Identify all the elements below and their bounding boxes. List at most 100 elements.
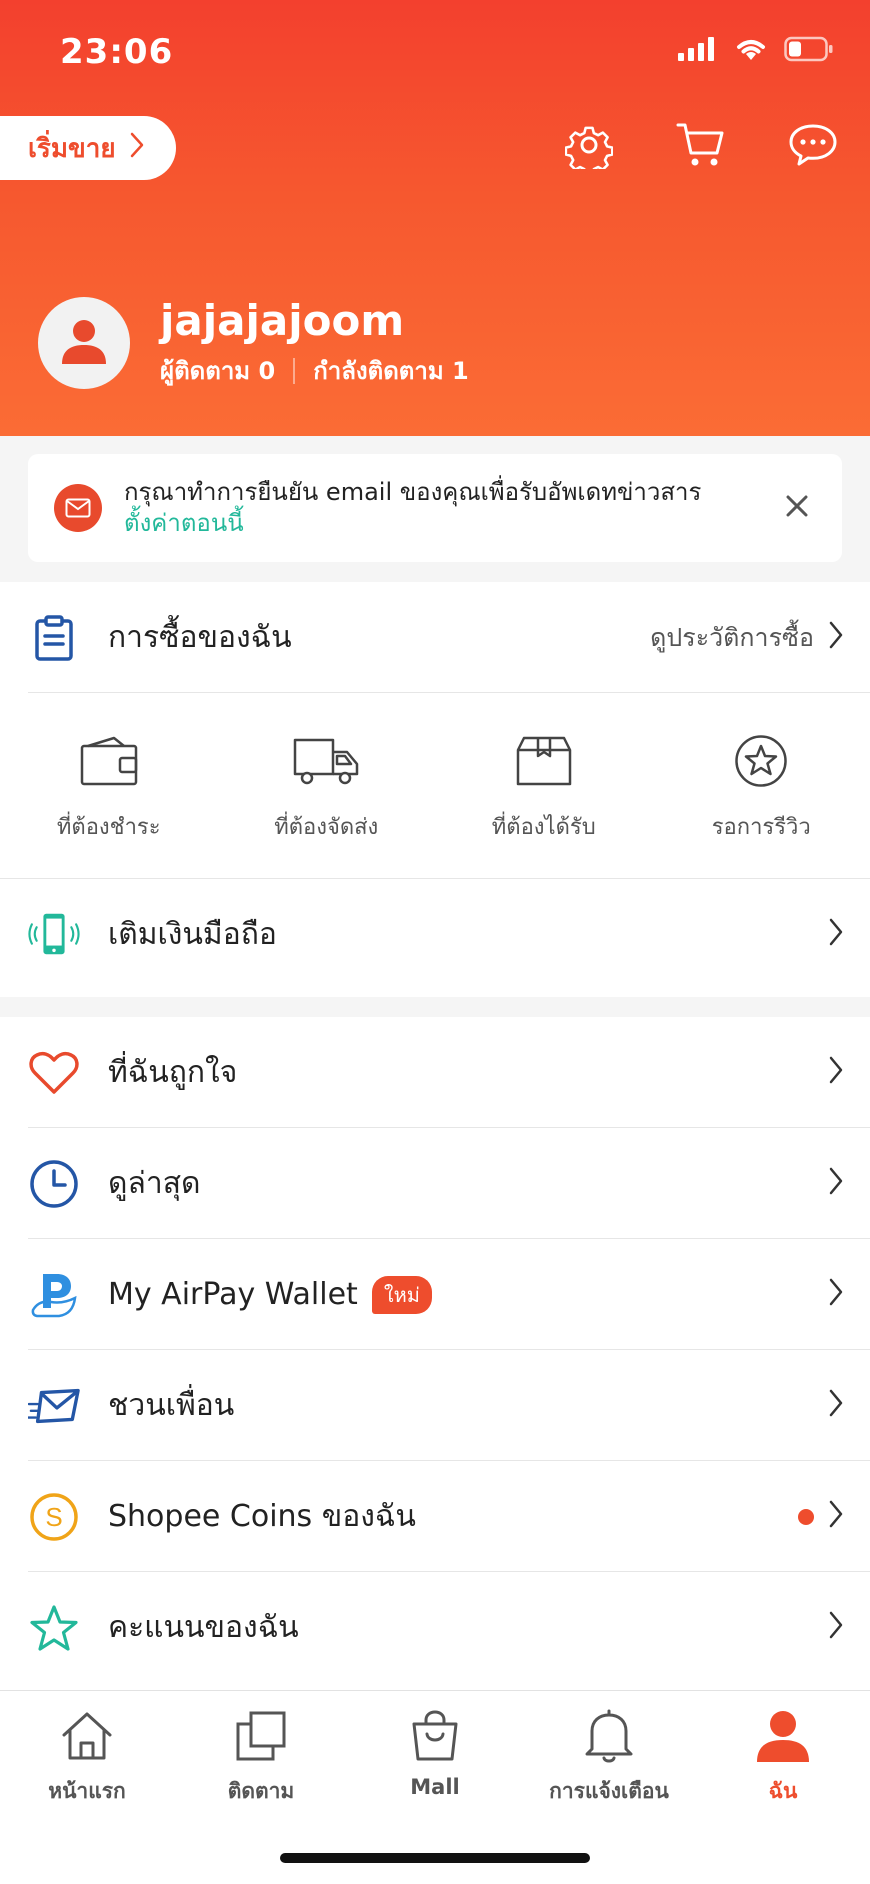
tab-notifications[interactable]: การแจ้งเตือน xyxy=(522,1705,696,1811)
wifi-icon xyxy=(734,36,768,66)
menu-item-label: ที่ฉันถูกใจ xyxy=(108,1055,238,1090)
tab-mall[interactable]: Mall xyxy=(348,1705,522,1811)
tab-feed[interactable]: ติดตาม xyxy=(174,1705,348,1811)
star-circle-icon xyxy=(728,731,794,791)
to-receive-label: ที่ต้องได้รับ xyxy=(491,815,596,840)
home-icon xyxy=(56,1705,118,1767)
row-arrow xyxy=(828,1350,844,1461)
banner-text: กรุณาทำการยืนยัน email ของคุณเพื่อรับอัพ… xyxy=(124,477,782,539)
home-indicator xyxy=(280,1853,590,1863)
purchase-history-label: ดูประวัติการซื้อ xyxy=(650,622,814,652)
tab-label: Mall xyxy=(410,1775,460,1799)
order-to-review[interactable]: รอการรีวิว xyxy=(653,731,870,878)
setup-now-link[interactable]: ตั้งค่าตอนนี้ xyxy=(124,508,782,539)
profile-summary: jajajajoom ผู้ติดตาม 0 กำลังติดตาม 1 xyxy=(38,296,469,390)
start-selling-label: เริ่มขาย xyxy=(28,133,116,164)
chevron-right-icon xyxy=(828,1055,844,1091)
notification-dot xyxy=(798,1508,814,1525)
following-count: 1 xyxy=(452,357,469,385)
bell-icon xyxy=(578,1705,640,1767)
battery-icon xyxy=(784,36,834,66)
to-pay-label: ที่ต้องชำระ xyxy=(56,815,161,840)
menu-item-likes[interactable]: ที่ฉันถูกใจ xyxy=(0,1017,870,1128)
cart-button[interactable] xyxy=(672,118,730,176)
order-to-receive[interactable]: ที่ต้องได้รับ xyxy=(435,731,653,878)
new-badge: ใหม่ xyxy=(371,1275,432,1314)
star-icon xyxy=(28,1602,80,1654)
chevron-right-icon xyxy=(828,1388,844,1424)
tab-home[interactable]: หน้าแรก xyxy=(0,1705,174,1811)
order-to-pay[interactable]: ที่ต้องชำระ xyxy=(0,731,218,878)
chevron-right-icon xyxy=(828,1499,844,1535)
row-arrow xyxy=(828,1017,844,1128)
to-review-label: รอการรีวิว xyxy=(711,815,811,840)
chevron-right-icon xyxy=(130,132,144,165)
status-icons xyxy=(678,36,834,66)
followers-label: ผู้ติดตาม xyxy=(160,357,251,385)
menu-item-label: คะแนนของฉัน xyxy=(108,1610,299,1645)
chat-icon xyxy=(788,123,838,171)
my-purchases-row[interactable]: การซื้อของฉัน ดูประวัติการซื้อ xyxy=(0,582,870,693)
cart-icon xyxy=(676,121,726,173)
menu-item-shopee-coins[interactable]: S Shopee Coins ของฉัน xyxy=(0,1461,870,1572)
followers-link[interactable]: ผู้ติดตาม 0 xyxy=(160,351,275,390)
chevron-right-icon xyxy=(828,1166,844,1202)
header-actions xyxy=(560,118,842,176)
to-ship-label: ที่ต้องจัดส่ง xyxy=(274,815,379,840)
heart-icon xyxy=(28,1047,80,1099)
mall-bag-icon xyxy=(404,1705,466,1767)
banner-close-button[interactable] xyxy=(782,493,812,523)
row-arrow xyxy=(828,1572,844,1683)
settings-button[interactable] xyxy=(560,118,618,176)
my-purchases-section: การซื้อของฉัน ดูประวัติการซื้อ ที่ต้องชำ… xyxy=(0,582,870,997)
chat-button[interactable] xyxy=(784,118,842,176)
row-arrow xyxy=(798,1461,844,1572)
order-to-ship[interactable]: ที่ต้องจัดส่ง xyxy=(218,731,436,878)
purchase-history-link[interactable]: ดูประวัติการซื้อ xyxy=(650,582,844,693)
chevron-right-icon xyxy=(828,1277,844,1313)
airpay-icon xyxy=(28,1269,80,1321)
row-arrow xyxy=(828,1128,844,1239)
profile-page: 23:06 เริ่มขาย jajajajoom ผู้ติดตาม 0 กำ… xyxy=(0,0,870,1884)
menu-item-label: Shopee Coins ของฉัน xyxy=(108,1499,416,1534)
chevron-right-icon xyxy=(828,620,844,656)
avatar[interactable] xyxy=(38,297,130,389)
menu-item-label: ชวนเพื่อน xyxy=(108,1388,235,1423)
profile-header: 23:06 เริ่มขาย jajajajoom ผู้ติดตาม 0 กำ… xyxy=(0,0,870,436)
order-status-row: ที่ต้องชำระ ที่ต้องจัดส่ง ที่ต้องได้รับ … xyxy=(0,693,870,878)
my-purchases-label: การซื้อของฉัน xyxy=(108,620,292,655)
user-icon xyxy=(752,1705,814,1767)
wallet-icon xyxy=(76,731,142,791)
tab-label: หน้าแรก xyxy=(48,1779,126,1803)
account-menu-section: ที่ฉันถูกใจ ดูล่าสุด My AirPay Wallet ให… xyxy=(0,1017,870,1690)
email-verify-banner[interactable]: กรุณาทำการยืนยัน email ของคุณเพื่อรับอัพ… xyxy=(28,454,842,562)
menu-item-my-ratings[interactable]: คะแนนของฉัน xyxy=(0,1572,870,1683)
menu-item-airpay-wallet[interactable]: My AirPay Wallet ใหม่ xyxy=(0,1239,870,1350)
status-time: 23:06 xyxy=(60,32,174,72)
phone-topup-icon xyxy=(28,908,80,960)
username: jajajajoom xyxy=(160,296,405,345)
truck-icon xyxy=(293,731,359,791)
tab-label: ฉัน xyxy=(768,1779,798,1803)
start-selling-button[interactable]: เริ่มขาย xyxy=(0,116,176,180)
mail-icon xyxy=(54,484,102,532)
clock-icon xyxy=(28,1158,80,1210)
menu-item-invite-friends[interactable]: ชวนเพื่อน xyxy=(0,1350,870,1461)
tab-bar: หน้าแรก ติดตาม Mall การแจ้งเตือน ฉัน xyxy=(0,1691,870,1811)
tab-me[interactable]: ฉัน xyxy=(696,1705,870,1811)
following-label: กำลังติดตาม xyxy=(313,357,444,385)
mobile-topup-label: เติมเงินมือถือ xyxy=(108,916,277,952)
close-icon xyxy=(785,494,809,522)
signal-icon xyxy=(678,37,718,65)
row-divider xyxy=(28,692,870,693)
menu-item-label: ดูล่าสุด xyxy=(108,1166,201,1201)
row-arrow xyxy=(828,1239,844,1350)
bottom-navigation: หน้าแรก ติดตาม Mall การแจ้งเตือน ฉัน xyxy=(0,1690,870,1884)
following-link[interactable]: กำลังติดตาม 1 xyxy=(313,351,469,390)
status-bar: 23:06 xyxy=(0,0,870,100)
user-avatar-icon xyxy=(60,318,108,368)
row-arrow xyxy=(828,879,844,990)
menu-item-recently-viewed[interactable]: ดูล่าสุด xyxy=(0,1128,870,1239)
mobile-topup-row[interactable]: เติมเงินมือถือ xyxy=(0,878,870,989)
feed-icon xyxy=(230,1705,292,1767)
